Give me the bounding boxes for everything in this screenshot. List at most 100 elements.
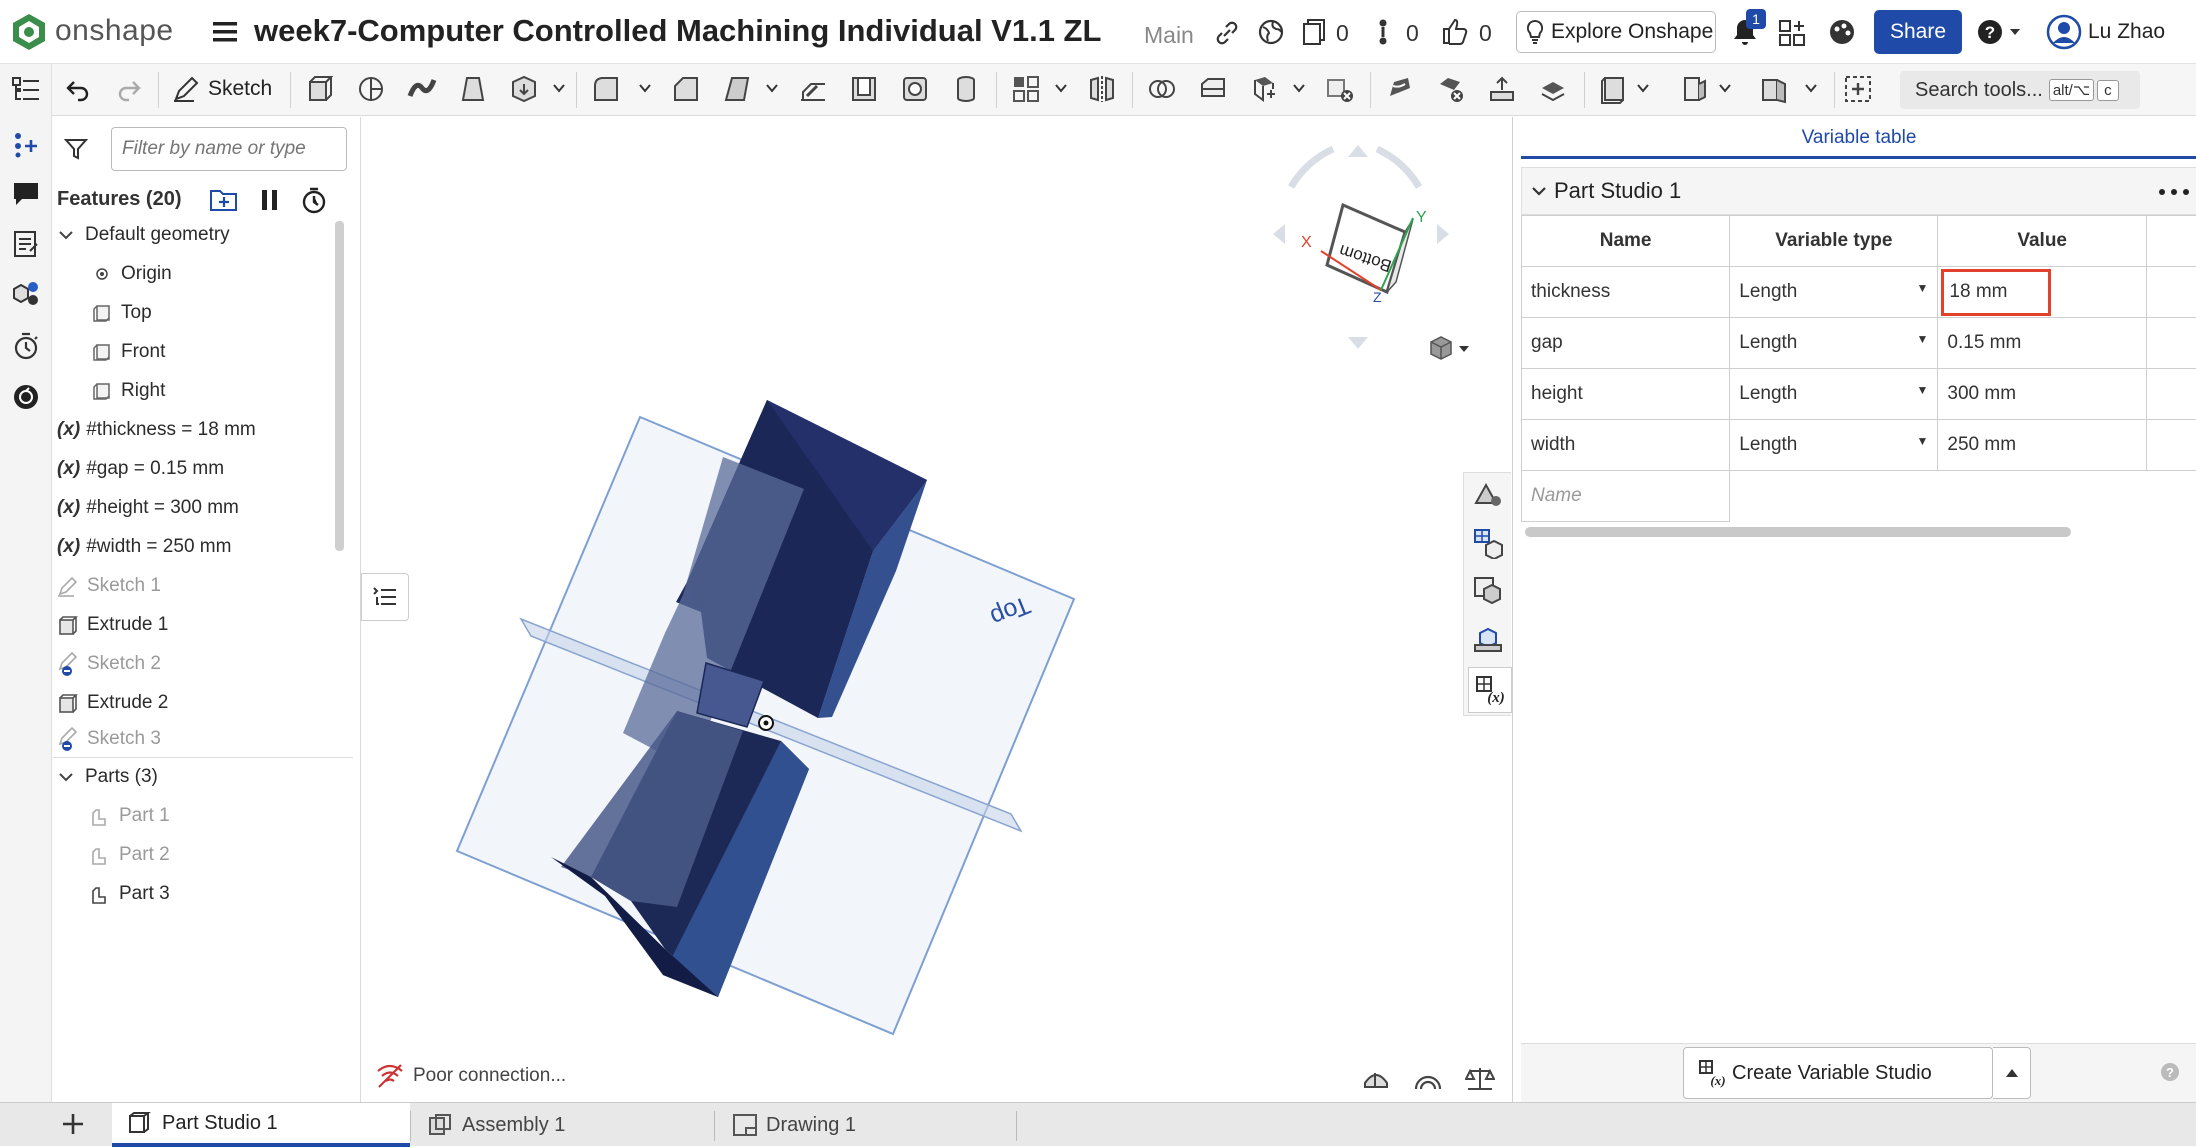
move-face-icon[interactable] [1484, 71, 1520, 107]
mirror-icon[interactable] [1084, 71, 1120, 107]
help-icon[interactable]: ? [2159, 1061, 2181, 1083]
delete-part-icon[interactable] [1322, 71, 1358, 107]
variable-feature-item[interactable]: (x) #height = 300 mm [57, 490, 239, 526]
explore-onshape-button[interactable]: Explore Onshape [1516, 11, 1716, 53]
notes-icon[interactable] [6, 224, 46, 264]
view-options-cube-icon[interactable] [1427, 334, 1477, 364]
mate-connector-icon[interactable] [1676, 71, 1712, 107]
share-button[interactable]: Share [1874, 10, 1962, 54]
measure-icon[interactable] [6, 377, 46, 417]
mass-balance-icon[interactable] [1465, 1065, 1495, 1093]
globe-icon[interactable] [1257, 18, 1285, 46]
add-tab-icon[interactable] [60, 1111, 86, 1137]
graphics-viewport[interactable]: Top Bottom X Y Z (x) Poor connection... [361, 117, 1511, 1102]
onshape-logo-icon[interactable] [10, 12, 48, 52]
table-horizontal-scrollbar[interactable] [1525, 527, 2071, 537]
pattern-icon[interactable] [1008, 71, 1044, 107]
part-item[interactable]: Part 3 [89, 876, 170, 912]
display-mode-icon[interactable] [1413, 1067, 1443, 1093]
modify-fillet-icon[interactable] [1382, 71, 1418, 107]
insert-feature-icon[interactable] [6, 123, 46, 163]
fillet-icon[interactable] [588, 71, 624, 107]
thicken-icon[interactable] [506, 71, 542, 107]
feature-filter-input[interactable] [111, 127, 347, 171]
variable-feature-item[interactable]: (x) #width = 250 mm [57, 529, 231, 565]
variable-value-cell[interactable]: 250 mm [1938, 420, 2147, 471]
hole-icon[interactable] [897, 71, 933, 107]
avatar[interactable] [2046, 14, 2082, 50]
transform-icon[interactable] [1246, 71, 1282, 107]
part-item[interactable]: Part 1 [89, 798, 170, 834]
undo-icon[interactable] [60, 71, 96, 107]
create-variable-studio-button[interactable]: (x) Create Variable Studio [1683, 1047, 1993, 1099]
variable-feature-item[interactable]: (x) #thickness = 18 mm [57, 412, 256, 448]
replace-face-icon[interactable] [1535, 71, 1571, 107]
section-view-icon[interactable] [1361, 1067, 1391, 1093]
feature-item[interactable]: Sketch 3 [57, 724, 161, 754]
feature-list-scrollbar[interactable] [335, 221, 344, 551]
variable-type-select[interactable]: Length▼ [1730, 369, 1938, 420]
feature-list-icon[interactable] [6, 70, 46, 110]
feature-item[interactable]: Top [91, 295, 152, 331]
sketch-button[interactable]: Sketch [172, 71, 272, 107]
appearance-panel-icon[interactable] [1472, 479, 1504, 511]
feature-item[interactable]: Sketch 2 [57, 646, 161, 682]
sweep-icon[interactable] [404, 71, 440, 107]
value-input[interactable]: 18 mm [1941, 269, 2051, 316]
versions-icon[interactable] [1300, 17, 1328, 45]
bom-panel-icon[interactable] [1472, 527, 1504, 559]
parts-group[interactable]: Parts (3) [57, 759, 158, 795]
variable-name-cell[interactable]: width [1522, 420, 1730, 471]
loft-icon[interactable] [455, 71, 491, 107]
filter-icon[interactable] [64, 137, 88, 161]
configuration-panel-icon[interactable] [1472, 575, 1504, 607]
extrude-icon[interactable] [302, 71, 338, 107]
boolean-icon[interactable] [1144, 71, 1180, 107]
tab-part-studio-1[interactable]: Part Studio 1 [112, 1103, 410, 1147]
variable-type-select[interactable]: Length▼ [1730, 267, 1938, 318]
pause-icon[interactable] [259, 188, 281, 212]
shell-icon[interactable] [846, 71, 882, 107]
sheet-metal-icon[interactable] [1756, 71, 1792, 107]
document-title[interactable]: week7-Computer Controlled Machining Indi… [254, 13, 1101, 49]
variable-feature-item[interactable]: (x) #gap = 0.15 mm [57, 451, 224, 487]
new-variable-name-input[interactable]: Name [1522, 471, 1730, 522]
redo-icon[interactable] [111, 71, 147, 107]
appearance-icon[interactable] [6, 274, 46, 314]
add-custom-feature-icon[interactable] [1840, 71, 1876, 107]
feature-item[interactable]: Extrude 1 [57, 607, 168, 643]
tab-drawing-1[interactable]: Drawing 1 [716, 1103, 1016, 1147]
learning-center-icon[interactable] [1828, 18, 1856, 46]
default-geometry-group[interactable]: Default geometry [57, 217, 230, 253]
tab-assembly-1[interactable]: Assembly 1 [412, 1103, 714, 1147]
variable-table-panel-icon[interactable]: (x) [1468, 667, 1512, 713]
variable-name-cell[interactable]: thickness [1522, 267, 1730, 318]
more-options-icon[interactable] [2158, 188, 2190, 196]
branch-icon[interactable] [1376, 18, 1390, 46]
variable-type-select[interactable]: Length▼ [1730, 420, 1938, 471]
hamburger-menu-icon[interactable] [212, 19, 238, 45]
feature-item[interactable]: Extrude 2 [57, 685, 168, 721]
mass-properties-panel-icon[interactable] [1472, 623, 1504, 655]
feature-item[interactable]: Sketch 1 [57, 568, 161, 604]
draft-icon[interactable] [719, 71, 755, 107]
apps-icon[interactable] [1778, 19, 1806, 47]
feature-item[interactable]: Origin [91, 256, 172, 292]
feature-item[interactable]: Right [91, 373, 165, 409]
plane-icon[interactable] [1596, 71, 1632, 107]
delete-face-icon[interactable] [1433, 71, 1469, 107]
variable-value-cell[interactable]: 0.15 mm [1938, 318, 2147, 369]
variable-name-cell[interactable]: gap [1522, 318, 1730, 369]
branch-label[interactable]: Main [1144, 22, 1194, 49]
add-folder-icon[interactable] [209, 187, 239, 213]
link-icon[interactable] [1214, 20, 1240, 46]
create-options-dropdown[interactable] [1993, 1047, 2031, 1099]
variable-name-cell[interactable]: height [1522, 369, 1730, 420]
rollback-timer-icon[interactable] [300, 186, 328, 214]
chamfer-icon[interactable] [668, 71, 704, 107]
rib-icon[interactable] [795, 71, 831, 107]
history-icon[interactable] [6, 326, 46, 366]
cylinder-icon[interactable] [948, 71, 984, 107]
search-tools-input[interactable]: Search tools... alt/⌥ c [1900, 71, 2140, 109]
help-icon[interactable]: ? [1976, 18, 2022, 46]
